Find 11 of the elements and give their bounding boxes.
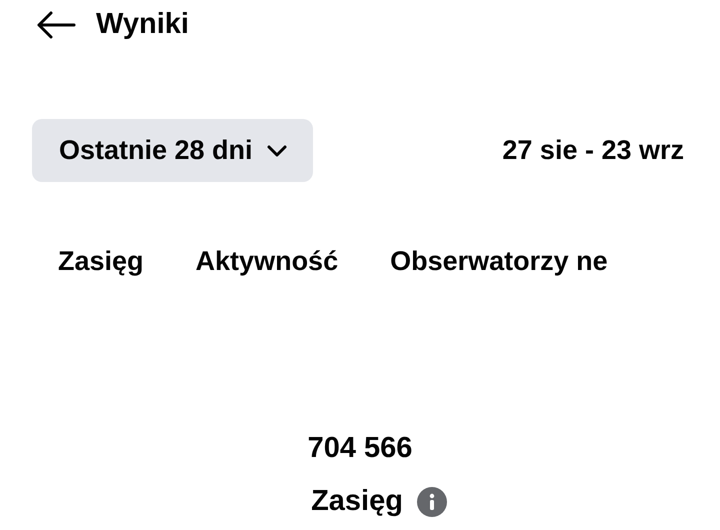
info-icon[interactable] xyxy=(416,486,447,517)
tab[interactable]: Obserwatorzy ne xyxy=(390,241,608,282)
period-dropdown[interactable]: Ostatnie 28 dni xyxy=(32,119,313,182)
back-arrow-icon[interactable] xyxy=(36,11,76,39)
summary-value: 704 566 xyxy=(308,430,412,466)
tab[interactable]: Zasięg xyxy=(58,241,144,282)
summary-label: Zasięg xyxy=(311,484,403,519)
chevron-down-icon xyxy=(266,144,287,156)
tab[interactable]: Aktywność xyxy=(196,241,338,282)
date-range: 27 sie - 23 wrz xyxy=(502,134,684,168)
page-title: Wyniki xyxy=(96,7,189,42)
